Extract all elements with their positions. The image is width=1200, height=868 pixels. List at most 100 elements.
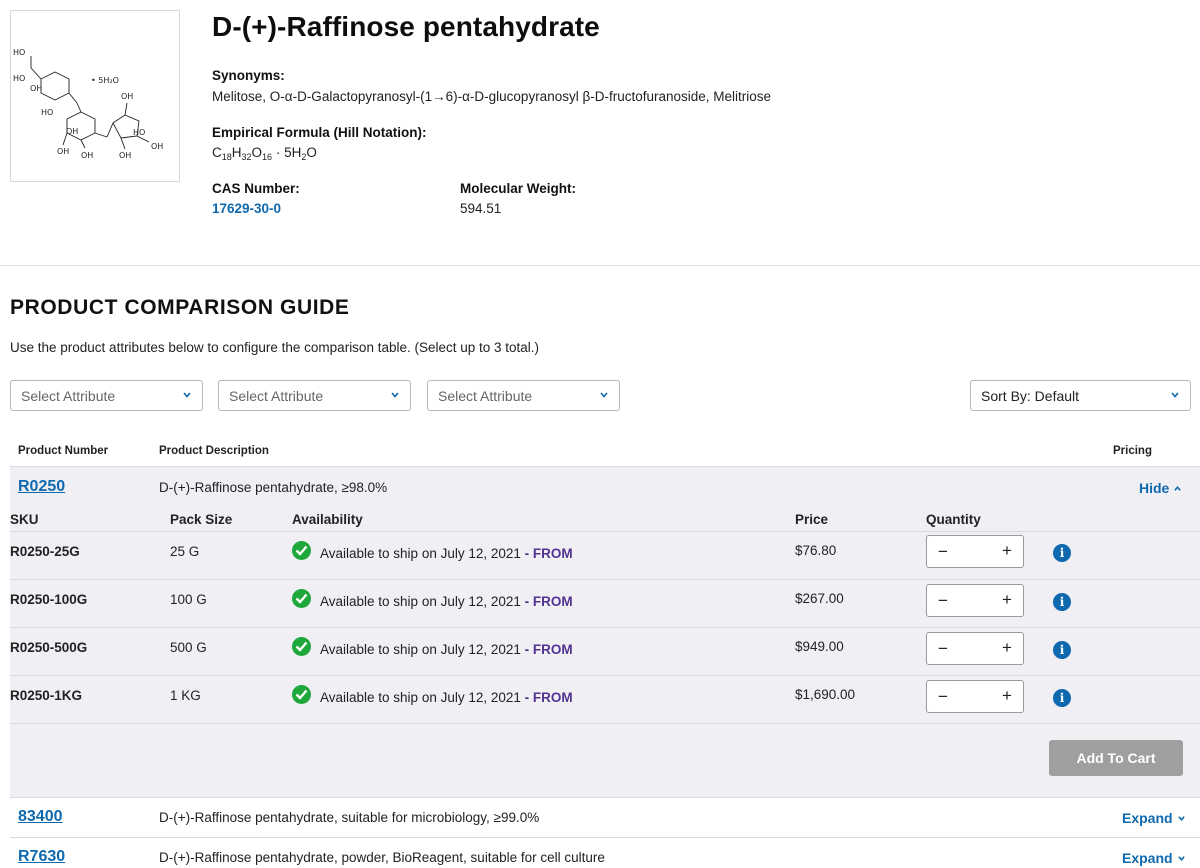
pack-size-cell: 500 G [170,640,207,655]
increment-button[interactable]: + [999,541,1015,561]
price-cell: $267.00 [795,591,844,606]
availability-text: Available to ship on July 12, 2021 [320,642,521,657]
structure-label: HO [13,74,25,83]
expand-toggle[interactable]: Expand [1122,850,1186,866]
attribute-select-2[interactable]: Select Attribute [218,380,411,411]
mw-value: 594.51 [460,201,502,216]
row-divider [10,675,1200,676]
sort-select-value: Sort By: Default [981,388,1080,404]
hide-toggle[interactable]: Hide [1139,480,1182,496]
chevron-up-icon [1174,485,1182,491]
availability-text: Available to ship on July 12, 2021 [320,690,521,705]
availability-cell: Available to ship on July 12, 2021 - FRO… [320,594,573,609]
toggle-label: Expand [1122,850,1173,866]
info-icon[interactable]: i [1053,544,1071,562]
chevron-down-icon [1177,816,1185,822]
price-cell: $949.00 [795,639,844,654]
sku-cell: R0250-500G [10,640,88,655]
product-number-link[interactable]: 83400 [18,808,63,826]
structure-label: OH [57,147,69,156]
check-circle-icon [292,637,311,656]
structure-drawing: HO HO OH HO OH OH OH OH HO OH OH • 5H₂O [13,48,163,160]
product-number-link[interactable]: R7630 [18,848,65,866]
check-circle-icon [292,589,311,608]
check-circle-icon [292,685,311,704]
section-divider [0,265,1200,266]
structure-label: OH [121,92,133,101]
cas-link[interactable]: 17629-30-0 [212,201,281,216]
decrement-button[interactable]: − [935,591,951,611]
add-to-cart-button[interactable]: Add To Cart [1049,740,1183,776]
quantity-stepper[interactable]: − + [926,584,1024,617]
quantity-stepper[interactable]: − + [926,632,1024,665]
expand-toggle[interactable]: Expand [1122,810,1186,826]
chevron-down-icon [1171,392,1179,398]
product-description: D-(+)-Raffinose pentahydrate, suitable f… [159,810,540,825]
row-divider [10,837,1200,838]
chemical-structure-image: HO HO OH HO OH OH OH OH HO OH OH • 5H₂O [10,10,180,182]
subheader-pack-size: Pack Size [170,512,233,527]
structure-label: HO [41,108,53,117]
structure-label: OH [30,84,42,93]
toggle-label: Expand [1122,810,1173,826]
sku-cell: R0250-100G [10,592,88,607]
check-circle-icon [292,541,311,560]
subheader-quantity: Quantity [926,512,981,527]
sort-select[interactable]: Sort By: Default [970,380,1191,411]
structure-label: OH [151,142,163,151]
pack-size-cell: 1 KG [170,688,201,703]
availability-text: Available to ship on July 12, 2021 [320,546,521,561]
decrement-button[interactable]: − [935,687,951,707]
availability-cell: Available to ship on July 12, 2021 - FRO… [320,546,573,561]
decrement-button[interactable]: − [935,639,951,659]
attribute-select-value: Select Attribute [21,388,116,404]
increment-button[interactable]: + [999,590,1015,610]
page-title: D-(+)-Raffinose pentahydrate [212,11,600,42]
structure-label: OH [119,151,131,160]
formula-value: C18H32O16 · 5H2O [212,145,317,162]
subheader-sku: SKU [10,512,39,527]
attribute-select-value: Select Attribute [229,388,324,404]
increment-button[interactable]: + [999,686,1015,706]
pack-size-cell: 25 G [170,544,200,559]
section-intro: Use the product attributes below to conf… [10,340,540,355]
availability-text: Available to ship on July 12, 2021 [320,594,521,609]
availability-cell: Available to ship on July 12, 2021 - FRO… [320,642,573,657]
structure-label: OH [66,127,78,136]
attribute-select-3[interactable]: Select Attribute [427,380,620,411]
synonyms-value: Melitose, O-α-D-Galactopyranosyl-(1→6)-α… [212,89,772,104]
toggle-label: Hide [1139,480,1170,496]
info-icon[interactable]: i [1053,593,1071,611]
subheader-price: Price [795,512,829,527]
quantity-stepper[interactable]: − + [926,535,1024,568]
price-cell: $76.80 [795,543,837,558]
chevron-down-icon [183,392,191,398]
attribute-select-1[interactable]: Select Attribute [10,380,203,411]
structure-label: OH [81,151,93,160]
row-divider [10,579,1200,580]
quantity-stepper[interactable]: − + [926,680,1024,713]
from-label: - FROM [524,690,573,705]
from-label: - FROM [524,642,573,657]
info-icon[interactable]: i [1053,689,1071,707]
sku-cell: R0250-1KG [10,688,83,703]
synonyms-label: Synonyms: [212,68,285,83]
pack-size-cell: 100 G [170,592,207,607]
chevron-down-icon [1177,856,1185,862]
cas-label: CAS Number: [212,181,300,196]
subheader-availability: Availability [292,512,363,527]
info-icon[interactable]: i [1053,641,1071,659]
row-divider [10,797,1200,798]
hydrate-label: • 5H₂O [91,76,119,85]
formula-label: Empirical Formula (Hill Notation): [212,125,427,140]
row-divider [10,466,1200,467]
product-number-link[interactable]: R0250 [18,478,65,496]
column-header-description: Product Description [159,445,269,457]
product-description: D-(+)-Raffinose pentahydrate, powder, Bi… [159,850,605,865]
increment-button[interactable]: + [999,638,1015,658]
decrement-button[interactable]: − [935,542,951,562]
mw-label: Molecular Weight: [460,181,577,196]
price-cell: $1,690.00 [795,687,856,702]
from-label: - FROM [524,546,573,561]
section-title: PRODUCT COMPARISON GUIDE [10,296,350,319]
